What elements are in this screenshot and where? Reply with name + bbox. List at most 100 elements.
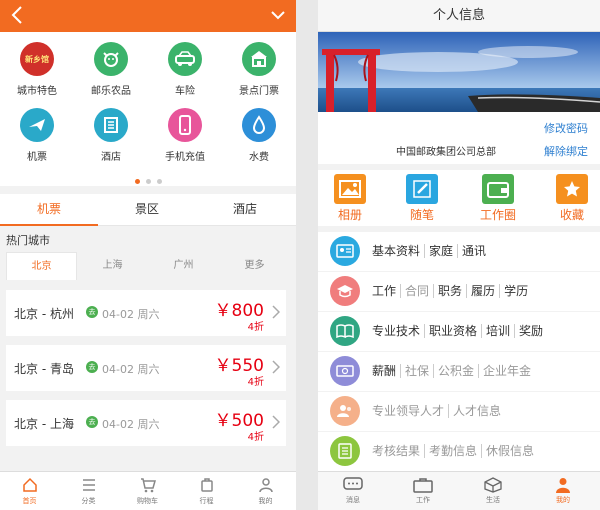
row-item[interactable]: 公积金: [433, 364, 479, 378]
row-item[interactable]: 人才信息: [448, 404, 506, 418]
grid-item-label: 水费: [249, 152, 269, 163]
row-item[interactable]: 工作: [372, 284, 400, 298]
row-item[interactable]: 培训: [481, 324, 515, 338]
row-work[interactable]: 工作 合同 职务 履历 学历: [318, 272, 600, 311]
nav-mine[interactable]: 我的: [528, 472, 598, 510]
row-item[interactable]: 学历: [499, 284, 533, 298]
nav-label: 工作: [416, 496, 430, 504]
hot-cities-title: 热门城市: [6, 234, 50, 247]
row-item[interactable]: 履历: [466, 284, 500, 298]
city-shanghai[interactable]: 上海: [77, 252, 148, 280]
profile-info: 中国邮政集团公司总部 修改密码 解除绑定: [318, 112, 600, 164]
nav-trips[interactable]: 行程: [177, 472, 236, 510]
nav-messages[interactable]: 消息: [318, 472, 388, 510]
grid-item-label: 景点门票: [239, 86, 279, 97]
route-card[interactable]: 北京 - 上海 去 04-02 周六 ￥500 4折: [6, 400, 286, 446]
water-drop-icon: [242, 108, 276, 142]
row-item[interactable]: 休假信息: [481, 444, 539, 458]
route-card[interactable]: 北京 - 青岛 去 04-02 周六 ￥550 4折: [6, 345, 286, 391]
grid-item-hotel[interactable]: 酒店: [74, 108, 148, 163]
quick-album[interactable]: 相册: [318, 174, 382, 223]
row-item[interactable]: 专业领导人才: [372, 404, 448, 418]
nav-cart[interactable]: 购物车: [118, 472, 177, 510]
page-title: 个人信息: [318, 0, 600, 32]
go-badge: 去: [86, 361, 98, 373]
tab-hotels[interactable]: 酒店: [196, 194, 294, 226]
row-item[interactable]: 薪酬: [372, 364, 400, 378]
id-card-icon: [330, 236, 360, 266]
personal-info-pane: 个人信息 中国邮政集团公司总部 修改密码 解除绑定 相册 随笔 工作圈 收藏 基…: [318, 0, 600, 510]
unbind-link[interactable]: 解除绑定: [544, 143, 588, 159]
quick-work-circle[interactable]: 工作圈: [466, 174, 530, 223]
grid-item-phone-recharge[interactable]: 手机充值: [148, 108, 222, 163]
city-beijing[interactable]: 北京: [6, 252, 77, 280]
money-icon: [330, 356, 360, 386]
row-item[interactable]: 基本资料: [372, 244, 424, 258]
row-item[interactable]: 考勤信息: [424, 444, 482, 458]
row-salary[interactable]: 薪酬 社保 公积金 企业年金: [318, 352, 600, 391]
row-item[interactable]: 合同: [400, 284, 434, 298]
organization-name: 中国邮政集团公司总部: [396, 147, 496, 158]
nav-label: 首页: [22, 497, 37, 505]
chevron-down-icon[interactable]: [270, 9, 286, 21]
profile-banner: [318, 32, 600, 112]
row-item[interactable]: 社保: [400, 364, 434, 378]
quick-favorites[interactable]: 收藏: [540, 174, 600, 223]
wallet-icon: [482, 174, 514, 204]
grid-item-car-insurance[interactable]: 车险: [148, 42, 222, 97]
hotel-icon: [94, 108, 128, 142]
row-item[interactable]: 专业技术: [372, 324, 424, 338]
row-talent[interactable]: 专业领导人才 人才信息: [318, 392, 600, 431]
page-dot[interactable]: [156, 179, 162, 184]
page-dot[interactable]: [145, 179, 151, 184]
row-item[interactable]: 企业年金: [478, 364, 536, 378]
go-badge: 去: [86, 416, 98, 428]
nav-mine[interactable]: 我的: [236, 472, 295, 510]
nav-label: 购物车: [137, 497, 158, 505]
route-name: 北京 - 上海: [14, 417, 74, 431]
grid-item-label: 车险: [175, 86, 195, 97]
quick-actions: 相册 随笔 工作圈 收藏: [318, 170, 600, 226]
route-card[interactable]: 北京 - 杭州 去 04-02 周六 ￥800 4折: [6, 290, 286, 336]
tab-scenic[interactable]: 景区: [98, 194, 196, 226]
nav-home[interactable]: 首页: [0, 472, 59, 510]
row-basic-info[interactable]: 基本资料 家庭 通讯: [318, 232, 600, 271]
row-item[interactable]: 奖励: [514, 324, 548, 338]
route-discount: 4折: [247, 322, 264, 333]
row-item[interactable]: 职务: [433, 284, 467, 298]
car-icon: [168, 42, 202, 76]
quick-essay[interactable]: 随笔: [390, 174, 454, 223]
nav-category[interactable]: 分类: [59, 472, 118, 510]
nav-work[interactable]: 工作: [388, 472, 458, 510]
grid-item-water-bill[interactable]: 水费: [222, 108, 296, 163]
nav-life[interactable]: 生活: [458, 472, 528, 510]
row-item[interactable]: 考核结果: [372, 444, 424, 458]
row-professional[interactable]: 专业技术 职业资格 培训 奖励: [318, 312, 600, 351]
category-tabs: 机票 景区 酒店: [0, 194, 296, 226]
grid-item-tickets[interactable]: 景点门票: [222, 42, 296, 97]
row-item[interactable]: 职业资格: [424, 324, 482, 338]
home-icon: [22, 477, 37, 492]
quick-label: 相册: [337, 208, 362, 222]
airplane-icon: [20, 108, 54, 142]
page-dot-active[interactable]: [134, 179, 140, 184]
grid-item-label: 城市特色: [17, 86, 57, 97]
tab-flights[interactable]: 机票: [0, 194, 98, 226]
temple-icon: [242, 42, 276, 76]
city-guangzhou[interactable]: 广州: [148, 252, 219, 280]
city-more[interactable]: 更多: [219, 252, 290, 280]
change-password-link[interactable]: 修改密码: [544, 120, 588, 136]
grid-item-farm-products[interactable]: 邮乐农品: [74, 42, 148, 97]
row-item[interactable]: 通讯: [457, 244, 491, 258]
people-icon: [330, 396, 360, 426]
row-item[interactable]: 家庭: [424, 244, 458, 258]
route-date: 04-02 周六: [102, 418, 160, 431]
row-assessment[interactable]: 考核结果 考勤信息 休假信息: [318, 432, 600, 471]
suitcase-icon: [200, 478, 213, 492]
grid-item-city-special[interactable]: 新乡馆 城市特色: [0, 42, 74, 97]
top-bar: [0, 0, 296, 32]
quick-label: 工作圈: [479, 208, 516, 222]
grid-item-label: 手机充值: [165, 152, 205, 163]
back-arrow-icon[interactable]: [10, 5, 24, 25]
grid-item-flights[interactable]: 机票: [0, 108, 74, 163]
